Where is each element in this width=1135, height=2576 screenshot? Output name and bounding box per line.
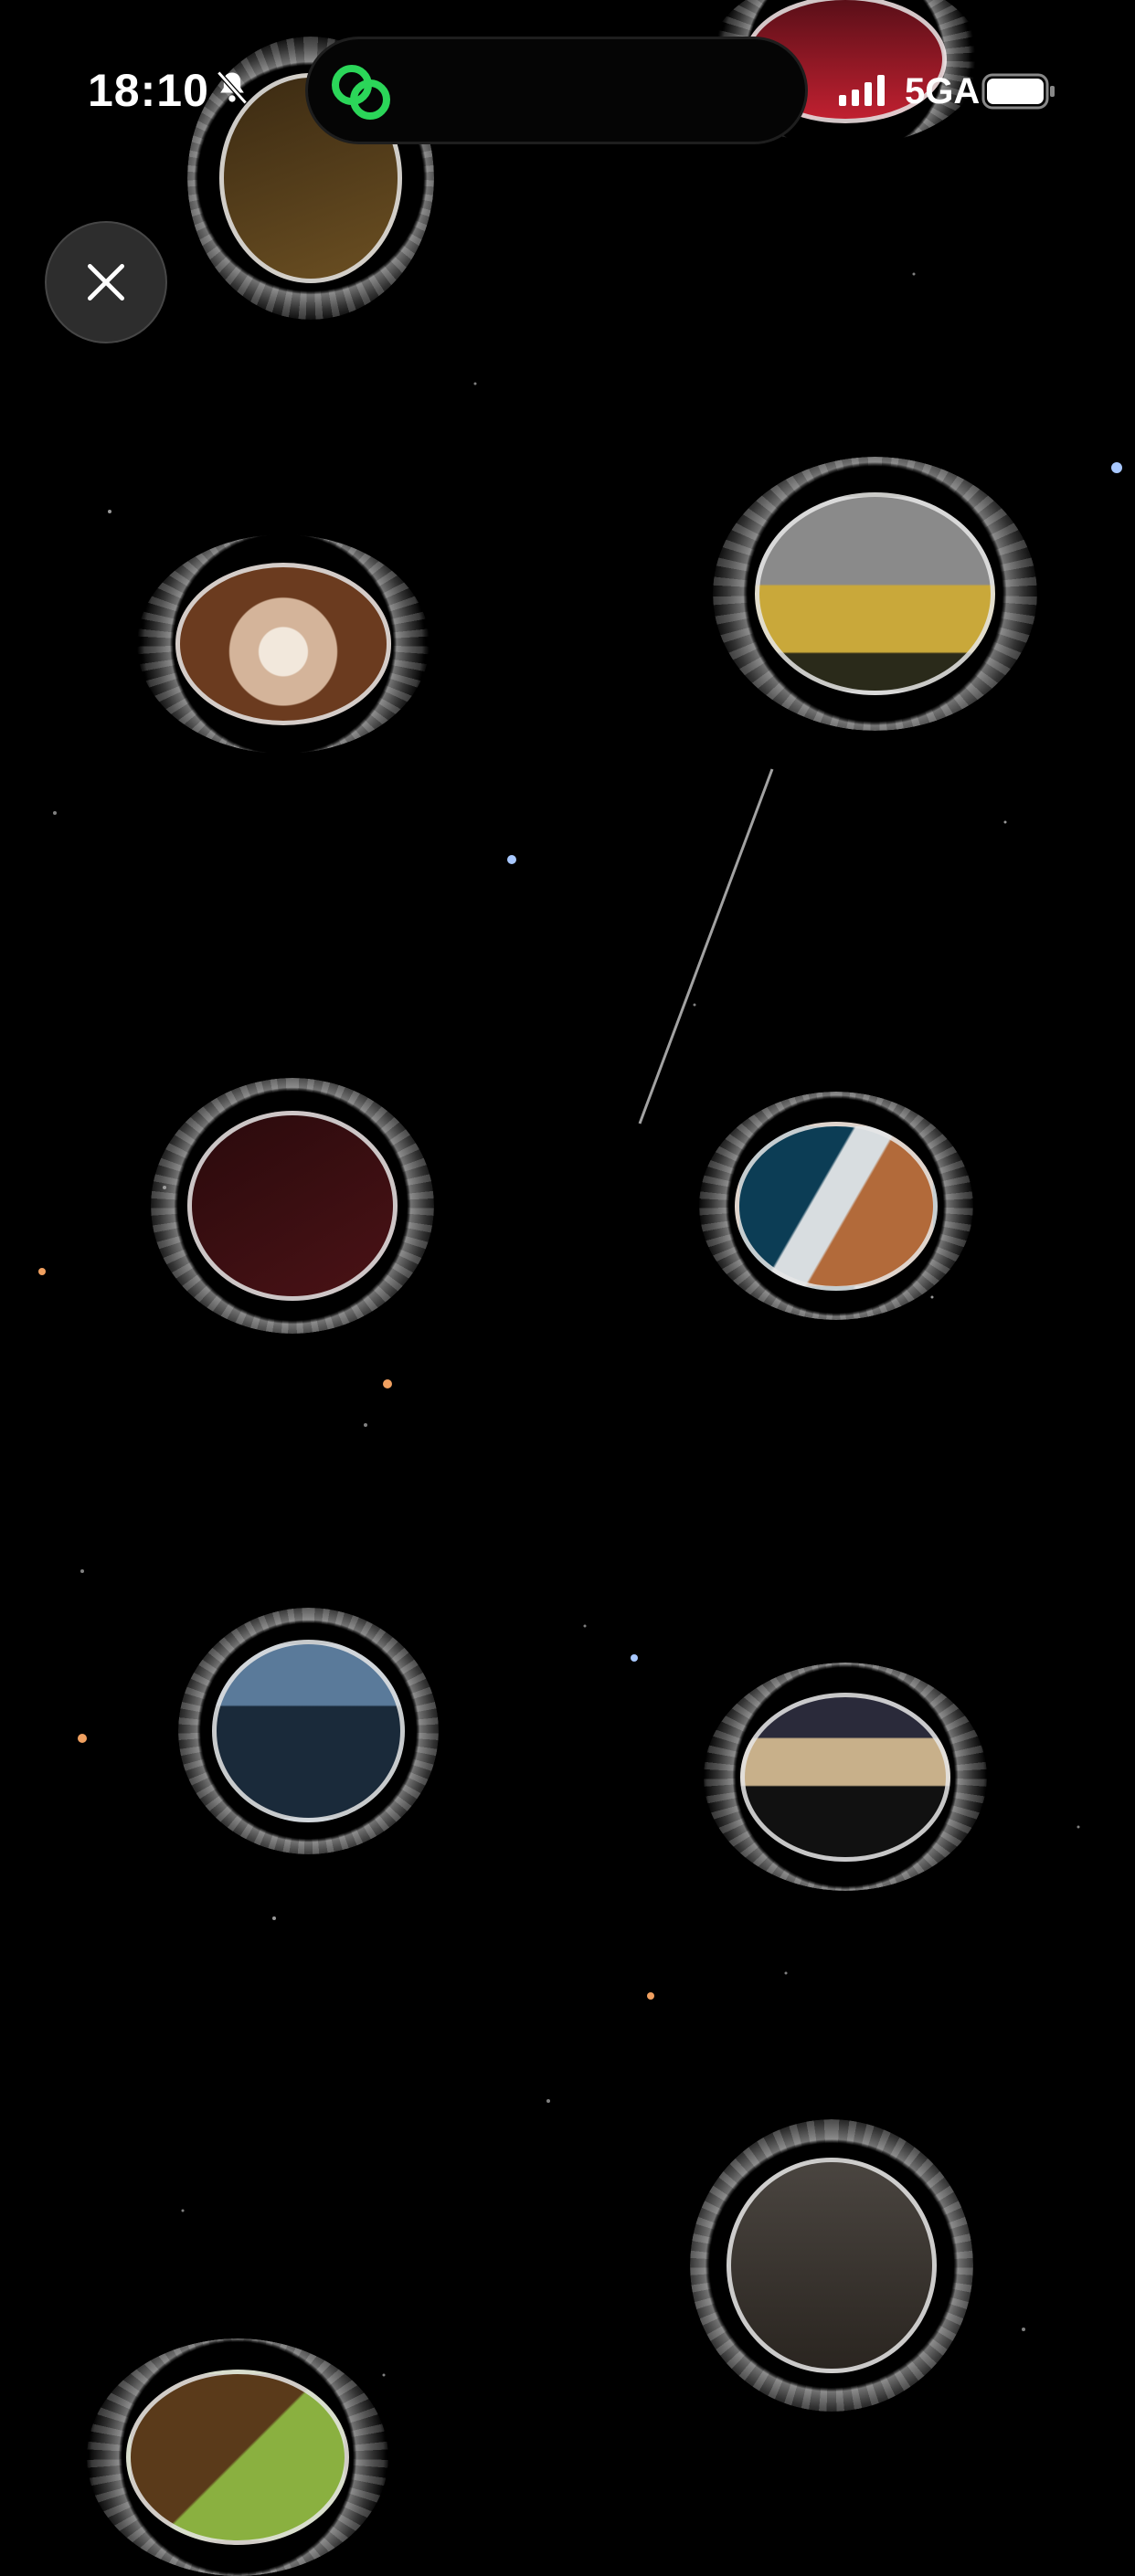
- status-bar: 18:10 5GA: [0, 0, 1135, 183]
- memory-bubble-yellow-machine[interactable]: [713, 457, 1037, 731]
- cellular-signal-icon: [839, 75, 885, 106]
- battery-icon: [981, 73, 1055, 110]
- memory-bubble-grey-texture[interactable]: [690, 2119, 973, 2412]
- close-button[interactable]: [45, 221, 167, 343]
- bell-slash-icon: [217, 70, 248, 105]
- dynamic-island[interactable]: [305, 37, 808, 144]
- close-icon: [87, 263, 125, 301]
- memory-bubble-window-view[interactable]: [704, 1663, 987, 1891]
- memory-bubble-supplement-bottle[interactable]: [699, 1092, 973, 1320]
- memory-bubble-dog[interactable]: [137, 534, 430, 754]
- memory-bubble-aerial-view[interactable]: [178, 1608, 439, 1854]
- app-link-icon: [332, 65, 390, 120]
- status-time: 18:10: [88, 65, 209, 116]
- memory-bubble-burgundy-passport[interactable]: [151, 1078, 434, 1334]
- network-type: 5GA: [905, 71, 981, 111]
- shooting-star: [638, 768, 774, 1124]
- memory-bubble-food[interactable]: [87, 2338, 388, 2576]
